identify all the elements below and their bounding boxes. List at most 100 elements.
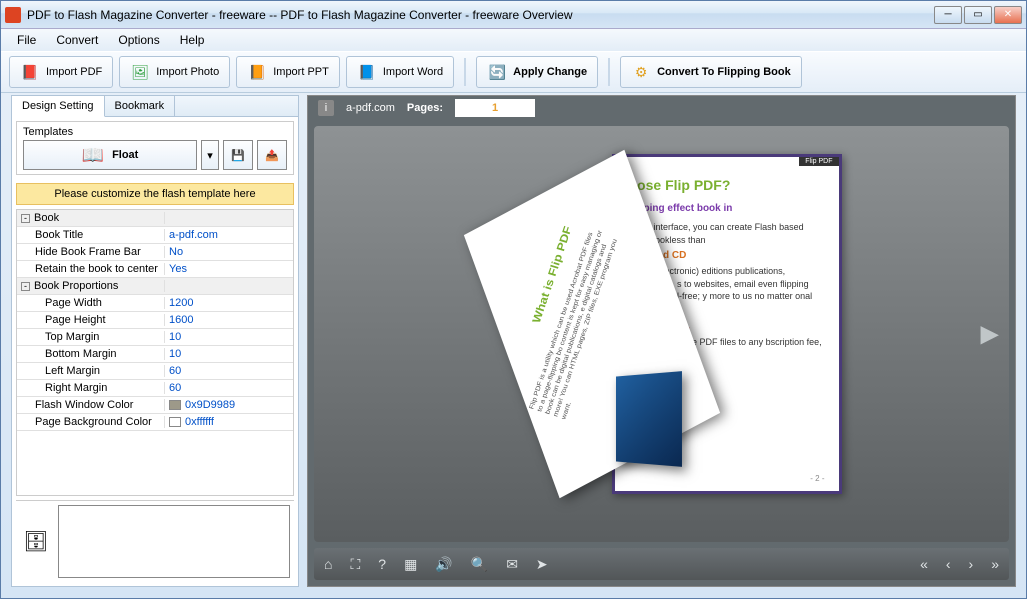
minimize-button[interactable]: ─ — [934, 6, 962, 24]
templates-label: Templates — [23, 126, 287, 138]
first-page-icon[interactable]: « — [920, 556, 928, 572]
titlebar: PDF to Flash Magazine Converter - freewa… — [1, 1, 1026, 29]
zoom-icon[interactable]: 🔍 — [471, 556, 488, 573]
next-page-icon[interactable]: › — [969, 556, 974, 572]
help-icon[interactable]: ? — [378, 556, 386, 572]
prop-row[interactable]: Left Margin 60 — [17, 363, 293, 380]
import-word-label: Import Word — [383, 66, 443, 78]
close-button[interactable]: ✕ — [994, 6, 1022, 24]
prop-row[interactable]: Book Title a-pdf.com — [17, 227, 293, 244]
window-controls: ─ ▭ ✕ — [934, 6, 1022, 24]
flip-pdf-tag: Flip PDF — [799, 157, 838, 166]
convert-book-button[interactable]: ⚙ Convert To Flipping Book — [620, 56, 802, 88]
customize-template-bar[interactable]: Please customize the flash template here — [16, 183, 294, 205]
prop-row[interactable]: Retain the book to center Yes — [17, 261, 293, 278]
prev-page-icon[interactable]: ‹ — [946, 556, 951, 572]
window-title: PDF to Flash Magazine Converter - freewa… — [27, 8, 934, 22]
menu-help[interactable]: Help — [172, 31, 213, 49]
prop-row[interactable]: Hide Book Frame Bar No — [17, 244, 293, 261]
prop-label: Left Margin — [17, 365, 165, 377]
save-icon: 💾 — [231, 149, 245, 162]
tab-design-setting[interactable]: Design Setting — [12, 96, 105, 117]
export-template-button[interactable]: 📤 — [257, 140, 287, 170]
prop-value[interactable]: 1600 — [165, 314, 293, 326]
prop-row[interactable]: Page Width 1200 — [17, 295, 293, 312]
photo-icon: 🖼 — [130, 62, 150, 82]
pages-label: Pages: — [407, 102, 443, 114]
refresh-icon: 🔄 — [487, 62, 507, 82]
preview-header: i a-pdf.com Pages: — [308, 96, 1015, 120]
toolbar-separator — [464, 58, 466, 86]
prop-label: Page Width — [17, 297, 165, 309]
database-icon[interactable]: 🗄 — [20, 505, 52, 578]
prop-value[interactable]: No — [165, 246, 293, 258]
prop-value[interactable]: 60 — [165, 382, 293, 394]
page-number-input[interactable] — [455, 99, 535, 117]
prop-row[interactable]: Bottom Margin 10 — [17, 346, 293, 363]
import-pdf-label: Import PDF — [46, 66, 102, 78]
share-icon[interactable]: ➤ — [536, 556, 548, 573]
prop-value[interactable]: 0x9D9989 — [165, 399, 293, 411]
prop-label: Right Margin — [17, 382, 165, 394]
prop-label: Bottom Margin — [17, 348, 165, 360]
word-icon: 📘 — [357, 62, 377, 82]
prop-value[interactable]: 10 — [165, 331, 293, 343]
convert-book-label: Convert To Flipping Book — [657, 66, 791, 78]
prop-row[interactable]: Page Height 1600 — [17, 312, 293, 329]
prop-value[interactable]: 1200 — [165, 297, 293, 309]
prop-row[interactable]: Page Background Color 0xffffff — [17, 414, 293, 431]
import-pdf-button[interactable]: 📕 Import PDF — [9, 56, 113, 88]
prop-label: Top Margin — [17, 331, 165, 343]
prop-row[interactable]: Right Margin 60 — [17, 380, 293, 397]
product-box-image — [615, 371, 681, 467]
import-photo-label: Import Photo — [156, 66, 219, 78]
preview-toolbar: ⌂ ⛶ ? ▦ 🔊 🔍 ✉ ➤ « ‹ › » — [314, 548, 1009, 580]
prop-label: Book Title — [17, 229, 165, 241]
import-photo-button[interactable]: 🖼 Import Photo — [119, 56, 230, 88]
fullscreen-icon[interactable]: ⛶ — [350, 556, 360, 573]
collapse-icon[interactable]: - — [21, 282, 30, 291]
prop-label: Retain the book to center — [17, 263, 165, 275]
apply-change-button[interactable]: 🔄 Apply Change — [476, 56, 598, 88]
prop-label: Page Background Color — [17, 416, 165, 428]
book-icon: 📖 — [82, 145, 104, 166]
property-grid: -Book Book Title a-pdf.com Hide Book Fra… — [16, 209, 294, 496]
last-page-icon[interactable]: » — [991, 556, 999, 572]
email-icon[interactable]: ✉ — [506, 556, 518, 573]
app-icon — [5, 7, 21, 23]
color-swatch — [169, 400, 181, 410]
thumbnails-icon[interactable]: ▦ — [404, 556, 417, 573]
sound-icon[interactable]: 🔊 — [435, 556, 452, 573]
mini-preview-box — [58, 505, 290, 578]
import-ppt-label: Import PPT — [273, 66, 329, 78]
menu-convert[interactable]: Convert — [48, 31, 106, 49]
preview-panel: i a-pdf.com Pages: Flip PDF oose Flip PD… — [307, 95, 1016, 587]
prop-value[interactable]: 60 — [165, 365, 293, 377]
menu-options[interactable]: Options — [110, 31, 167, 49]
prop-group-book[interactable]: -Book — [17, 210, 293, 227]
pdf-icon: 📕 — [20, 62, 40, 82]
home-icon[interactable]: ⌂ — [324, 556, 332, 572]
import-word-button[interactable]: 📘 Import Word — [346, 56, 454, 88]
import-ppt-button[interactable]: 📙 Import PPT — [236, 56, 340, 88]
ppt-icon: 📙 — [247, 62, 267, 82]
prop-value[interactable]: 10 — [165, 348, 293, 360]
prop-value[interactable]: 0xffffff — [165, 416, 293, 428]
prop-row[interactable]: Top Margin 10 — [17, 329, 293, 346]
prop-row[interactable]: Flash Window Color 0x9D9989 — [17, 397, 293, 414]
prop-label: Page Height — [17, 314, 165, 326]
next-page-arrow[interactable]: ▶ — [981, 320, 999, 349]
prop-value[interactable]: Yes — [165, 263, 293, 275]
tabs: Design Setting Bookmark — [12, 96, 298, 117]
tab-bookmark[interactable]: Bookmark — [105, 96, 176, 116]
float-template-button[interactable]: 📖 Float — [23, 140, 197, 170]
template-dropdown-button[interactable]: ▾ — [201, 140, 219, 170]
prop-label: Flash Window Color — [17, 399, 165, 411]
info-icon[interactable]: i — [318, 100, 334, 116]
collapse-icon[interactable]: - — [21, 214, 30, 223]
maximize-button[interactable]: ▭ — [964, 6, 992, 24]
prop-value[interactable]: a-pdf.com — [165, 229, 293, 241]
prop-group-proportions[interactable]: -Book Proportions — [17, 278, 293, 295]
menu-file[interactable]: File — [9, 31, 44, 49]
save-template-button[interactable]: 💾 — [223, 140, 253, 170]
